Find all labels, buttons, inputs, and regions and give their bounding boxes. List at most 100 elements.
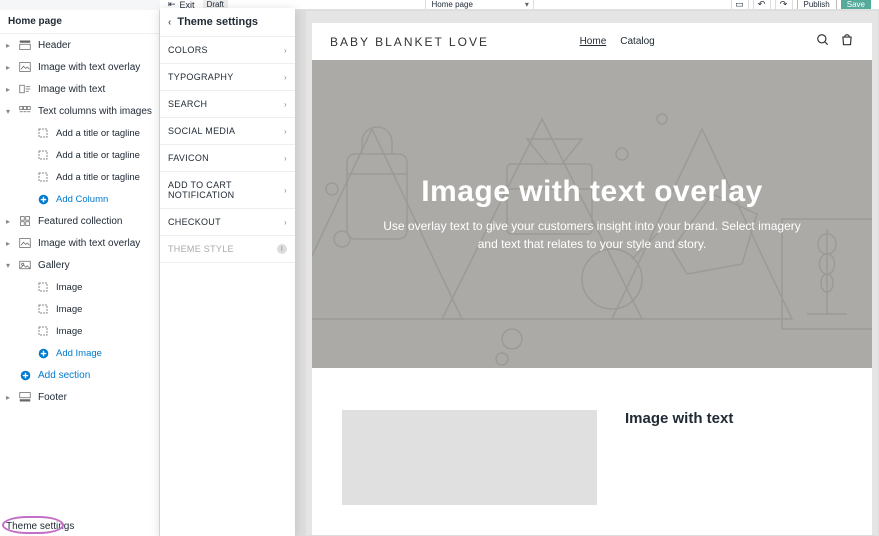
site-nav: Home Catalog [580, 36, 655, 47]
settings-row-search[interactable]: Search › [160, 91, 295, 118]
gallery-icon [18, 258, 32, 272]
theme-settings-panel: ‹ Theme settings Colors›Typography›Searc… [160, 8, 295, 536]
settings-row-checkout[interactable]: Checkout › [160, 209, 295, 236]
add-action[interactable]: Add section [0, 364, 159, 386]
block-icon [36, 280, 50, 294]
block-icon [36, 126, 50, 140]
plus-icon [36, 346, 50, 360]
add-action[interactable]: Add Column [0, 188, 159, 210]
settings-row-label: Search [168, 99, 207, 109]
section-label: Add Image [56, 348, 102, 359]
chevron-icon: ▸ [4, 63, 12, 72]
section-label: Featured collection [38, 216, 123, 227]
section-label: Add section [38, 370, 90, 381]
theme-settings-link[interactable]: Theme settings [6, 521, 74, 532]
chevron-icon: ▾ [4, 261, 12, 270]
below-title: Image with text [625, 410, 733, 427]
section-item[interactable]: ▸ Image with text overlay [0, 56, 159, 78]
section-block[interactable]: Image [0, 276, 159, 298]
back-icon[interactable]: ‹ [168, 17, 171, 28]
chevron-icon: ▾ [4, 107, 12, 116]
section-item[interactable]: ▾Text columns with images [0, 100, 159, 122]
section-label: Image with text overlay [38, 62, 140, 73]
add-action[interactable]: Add Image [0, 342, 159, 364]
section-block[interactable]: Add a title or tagline [0, 122, 159, 144]
search-icon[interactable] [816, 33, 830, 50]
header-icons [816, 33, 854, 50]
settings-row-theme-style: Theme style i [160, 236, 295, 263]
section-block[interactable]: Add a title or tagline [0, 166, 159, 188]
collection-icon [18, 214, 32, 228]
settings-row-favicon[interactable]: Favicon› [160, 145, 295, 172]
section-label: Image with text overlay [38, 238, 140, 249]
section-item[interactable]: ▸ Image with text overlay [0, 232, 159, 254]
chevron-right-icon: › [284, 100, 287, 109]
hero-title: Image with text overlay [421, 175, 763, 209]
settings-row-label: Typography [168, 72, 234, 82]
bag-icon[interactable] [840, 33, 854, 50]
site-frame: BABY BLANKET LOVE Home Catalog [312, 23, 872, 535]
text-cols-icon [18, 104, 32, 118]
settings-row-add-to-cart-notification[interactable]: Add to cart notification› [160, 172, 295, 209]
section-block[interactable]: Add a title or tagline [0, 144, 159, 166]
settings-title: Theme settings [177, 16, 258, 28]
chevron-right-icon: › [284, 218, 287, 227]
block-icon [36, 170, 50, 184]
section-label: Image with text [38, 84, 105, 95]
section-block[interactable]: Image [0, 320, 159, 342]
plus-icon [18, 368, 32, 382]
settings-row-social-media[interactable]: Social media › [160, 118, 295, 145]
block-icon [36, 302, 50, 316]
brand-title: BABY BLANKET LOVE [330, 35, 489, 49]
below-text: Image with text [625, 410, 733, 505]
img-text-icon [18, 82, 32, 96]
page-selector[interactable]: Home page [425, 0, 534, 10]
section-block[interactable]: Image [0, 298, 159, 320]
section-label: Image [56, 282, 82, 293]
gutter [295, 10, 305, 536]
chevron-right-icon: › [284, 73, 287, 82]
plus-icon [36, 192, 50, 206]
block-icon [36, 324, 50, 338]
chevron-icon: ▸ [4, 217, 12, 226]
section-item[interactable]: ▸ Featured collection [0, 210, 159, 232]
section-item[interactable]: ▸Header [0, 34, 159, 56]
chevron-icon: ▸ [4, 239, 12, 248]
save-button[interactable]: Save [841, 0, 871, 10]
settings-row-label: Checkout [168, 217, 221, 227]
image-placeholder [342, 410, 597, 505]
section-label: Image [56, 304, 82, 315]
section-item[interactable]: ▸Footer [0, 386, 159, 408]
chevron-icon: ▸ [4, 41, 12, 50]
redo-icon[interactable]: ↷ [775, 0, 793, 10]
section-item[interactable]: ▾ Gallery [0, 254, 159, 276]
section-label: Add Column [56, 194, 108, 205]
section-label: Gallery [38, 260, 70, 271]
chevron-right-icon: › [284, 127, 287, 136]
nav-home[interactable]: Home [580, 36, 607, 47]
hero-decoration [312, 60, 872, 368]
footer-icon [18, 390, 32, 404]
hero-text: Use overlay text to give your customers … [382, 217, 802, 253]
settings-row-label: Add to cart notification [168, 180, 284, 200]
settings-row-typography[interactable]: Typography › [160, 64, 295, 91]
settings-row-label: Colors [168, 45, 208, 55]
settings-row-label: Favicon [168, 153, 209, 163]
undo-icon[interactable]: ↶ [753, 0, 771, 10]
image-with-text-section: Image with text [312, 368, 872, 505]
sections-sidebar: Home page ▸Header▸Image with text overla… [0, 10, 160, 536]
page-title: Home page [0, 10, 159, 34]
settings-row-label: Social media [168, 126, 235, 136]
settings-row-colors[interactable]: Colors› [160, 37, 295, 64]
section-item[interactable]: ▸ Image with text [0, 78, 159, 100]
chevron-icon: ▸ [4, 85, 12, 94]
block-icon [36, 148, 50, 162]
settings-row-label: Theme style [168, 244, 234, 254]
viewport-icon[interactable]: ▭ [731, 0, 749, 10]
img-overlay-icon [18, 236, 32, 250]
section-label: Image [56, 326, 82, 337]
publish-button[interactable]: Publish [797, 0, 837, 10]
info-icon: i [277, 244, 287, 254]
section-label: Add a title or tagline [56, 172, 140, 183]
nav-catalog[interactable]: Catalog [620, 36, 654, 47]
